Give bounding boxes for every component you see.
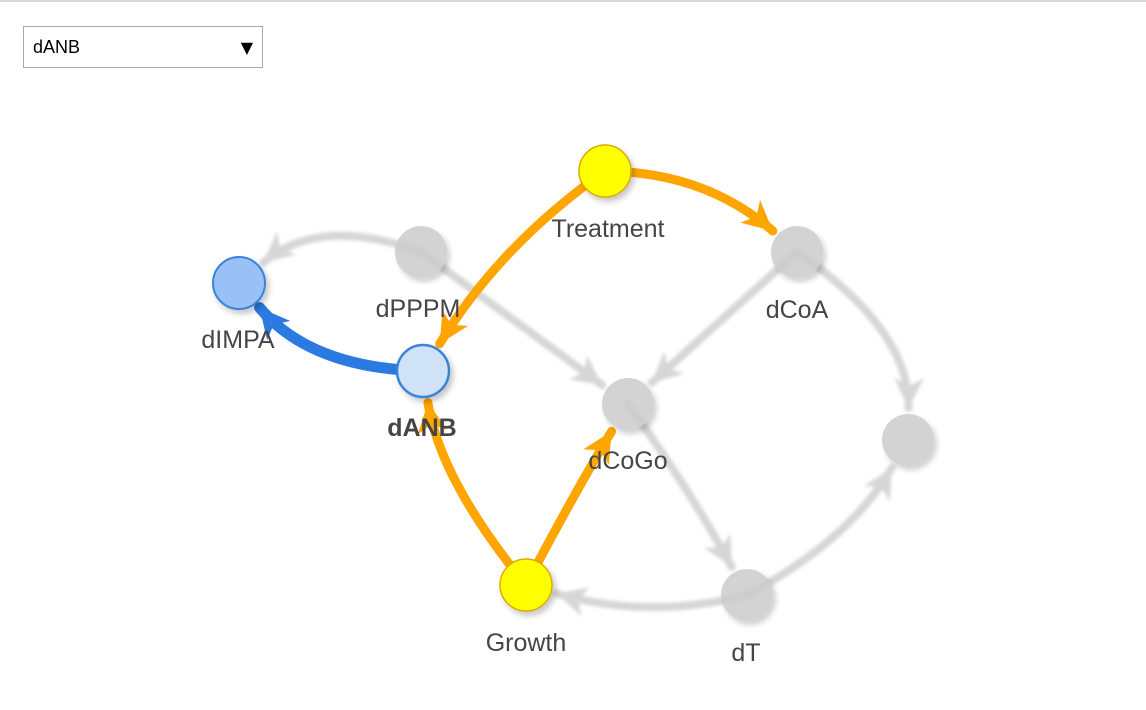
node-unlabeled[interactable] <box>882 414 934 466</box>
node-dCoA[interactable] <box>771 226 823 278</box>
dag-canvas: Treatment dCoA dPPPM dIMPA dANB dCoGo Growth dT <box>201 144 934 667</box>
node-dPPPM[interactable] <box>395 226 447 278</box>
node-label-Treatment: Treatment <box>551 215 664 243</box>
node-Growth[interactable] <box>499 558 553 612</box>
node-label-dCoGo: dCoGo <box>588 447 667 475</box>
edge-Treatment-dANB <box>435 166 610 349</box>
node-Treatment[interactable] <box>578 144 632 198</box>
edge-dT-Growth <box>552 587 751 617</box>
node-label-dCoA: dCoA <box>766 296 829 324</box>
node-label-dPPPM: dPPPM <box>376 295 461 323</box>
node-dIMPA[interactable] <box>212 256 266 310</box>
node-dT[interactable] <box>721 569 773 621</box>
node-label-Growth: Growth <box>486 629 567 657</box>
node-dANB[interactable] <box>395 343 451 399</box>
edge-dCoA-unlabeled <box>793 248 925 413</box>
node-label-dT: dT <box>731 639 760 667</box>
edge-dT-unlabeled <box>743 463 896 599</box>
node-label-dIMPA: dIMPA <box>201 326 274 354</box>
node-dCoGo[interactable] <box>602 378 654 430</box>
node-label-dANB: dANB <box>387 414 456 442</box>
edge-dCoGo-dT <box>624 400 736 571</box>
